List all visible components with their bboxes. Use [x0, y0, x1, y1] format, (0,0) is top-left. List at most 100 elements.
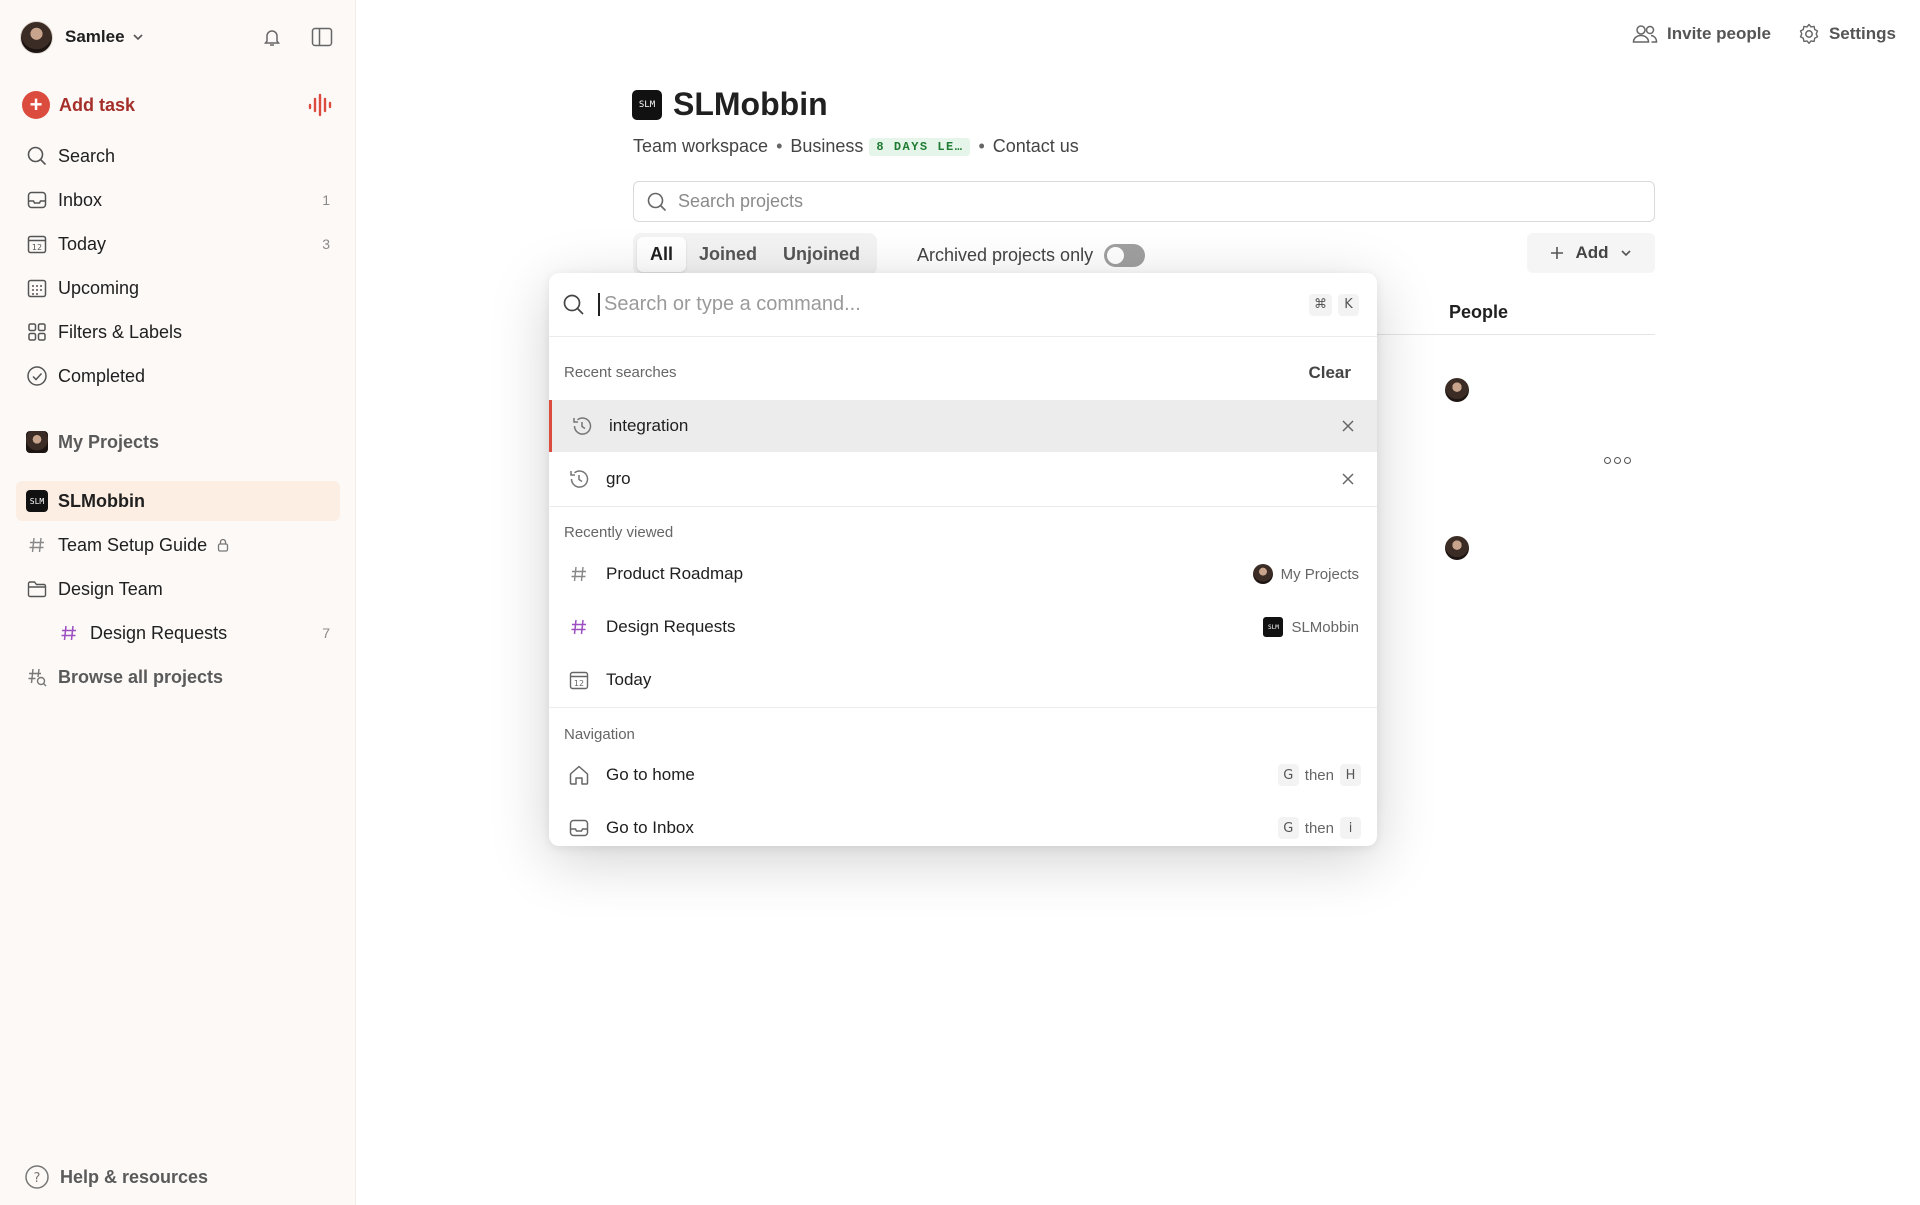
sidebar-section-label: Browse all projects — [58, 666, 224, 687]
recently-viewed-item[interactable]: Design Requests SLM SLMobbin — [549, 601, 1377, 653]
recent-search-item[interactable]: gro — [549, 453, 1377, 505]
recently-viewed-label: Today — [606, 670, 652, 689]
inbox-icon — [24, 187, 50, 213]
kbd-key: G — [1277, 764, 1299, 786]
sidebar-item-search[interactable]: Search — [16, 136, 340, 176]
my-projects-avatar — [26, 431, 48, 453]
browse-projects-icon — [24, 664, 50, 690]
project-search[interactable] — [633, 181, 1655, 222]
tab-unjoined[interactable]: Unjoined — [770, 237, 873, 272]
recently-viewed-label: Design Requests — [606, 617, 736, 636]
bell-icon — [264, 30, 280, 46]
remove-recent-button[interactable] — [1335, 413, 1361, 439]
tab-all[interactable]: All — [637, 236, 687, 272]
command-search-bar: ⌘ K — [549, 273, 1377, 337]
command-input[interactable] — [598, 293, 1278, 316]
hash-icon — [56, 620, 82, 646]
recently-viewed-item[interactable]: Product Roadmap My Projects — [549, 548, 1377, 600]
chevron-down-icon — [1620, 250, 1631, 257]
kbd-key: ⌘ — [1309, 293, 1332, 316]
sidebar-item-filters-labels[interactable]: Filters & Labels — [16, 312, 340, 352]
notifications-button[interactable] — [256, 21, 288, 53]
waveform-icon — [308, 93, 332, 117]
hotkey-then: then — [1304, 766, 1334, 784]
recently-viewed-item[interactable]: 12 Today — [549, 654, 1377, 706]
section-divider — [549, 506, 1377, 507]
trial-badge[interactable]: 8 DAYS LE… — [869, 137, 971, 156]
settings-button[interactable]: Settings — [1797, 22, 1896, 46]
sidebar-item-label: Design Requests — [90, 622, 228, 643]
separator-dot: • — [978, 136, 985, 156]
sidebar-item-design-requests[interactable]: Design Requests 7 — [48, 613, 340, 653]
item-context: SLM SLMobbin — [1263, 617, 1359, 637]
toggle-sidebar-button[interactable] — [306, 21, 338, 53]
top-actions: Invite people Settings — [1631, 22, 1896, 46]
ramble-button[interactable] — [304, 89, 336, 121]
home-icon — [565, 761, 593, 789]
user-menu[interactable]: Samlee — [20, 20, 145, 54]
table-divider — [1375, 334, 1655, 335]
navigation-header: Navigation — [564, 726, 635, 743]
hotkey-hint: G then H — [1277, 764, 1361, 786]
sidebar-workspace-slmobbin[interactable]: SLM SLMobbin — [16, 481, 340, 521]
project-filter-tabs: All Joined Unjoined — [633, 233, 878, 275]
sidebar-item-team-setup-guide[interactable]: Team Setup Guide — [16, 525, 340, 565]
invite-people-label: Invite people — [1667, 24, 1771, 43]
sidebar-item-today[interactable]: 12 Today 3 — [16, 224, 340, 264]
add-task-label: Add task — [59, 94, 136, 115]
navigation-item[interactable]: Go to home G then H — [549, 749, 1377, 801]
workspace-meta: Team workspace • Business 8 DAYS LE… • C… — [633, 136, 1079, 157]
sidebar-my-projects[interactable]: My Projects — [16, 422, 340, 462]
people-column-header: People — [1449, 302, 1509, 322]
recent-search-item[interactable]: integration — [549, 400, 1377, 452]
tab-joined[interactable]: Joined — [686, 237, 770, 272]
hash-icon — [565, 560, 593, 588]
recent-search-label: gro — [606, 469, 631, 488]
sidebar-item-upcoming[interactable]: Upcoming — [16, 268, 340, 308]
add-project-button[interactable]: Add — [1527, 233, 1655, 273]
workspace-type: Team workspace — [633, 136, 769, 156]
design-requests-count: 7 — [322, 625, 330, 641]
sidebar-browse-all-projects[interactable]: Browse all projects — [16, 657, 340, 697]
kbd-key: G — [1277, 817, 1299, 839]
clear-recent-button[interactable]: Clear — [1308, 363, 1351, 383]
recently-viewed-header: Recently viewed — [564, 524, 674, 541]
sidebar-toggle-icon — [311, 27, 333, 47]
recently-viewed-label: Product Roadmap — [606, 564, 744, 583]
navigation-label: Go to Inbox — [606, 818, 694, 837]
contact-us-link[interactable]: Contact us — [993, 136, 1079, 157]
help-label: Help & resources — [60, 1166, 209, 1187]
kbd-key: i — [1340, 817, 1361, 839]
sidebar-item-label: Design Team — [58, 578, 163, 599]
navigation-item[interactable]: Go to Inbox G then i — [549, 802, 1377, 846]
separator-dot: • — [776, 136, 783, 156]
project-search-input[interactable] — [678, 191, 1578, 212]
archived-label: Archived projects only — [917, 245, 1094, 265]
member-avatar — [1445, 536, 1469, 560]
workspace-logo: SLM — [1263, 617, 1284, 637]
archived-toggle[interactable] — [1104, 244, 1146, 267]
section-divider — [549, 707, 1377, 708]
sidebar-item-inbox[interactable]: Inbox 1 — [16, 180, 340, 220]
invite-people-button[interactable]: Invite people — [1631, 23, 1771, 45]
inbox-count: 1 — [322, 192, 330, 208]
workspace-plan: Business — [790, 136, 864, 156]
help-resources-button[interactable]: ? Help & resources — [24, 1164, 208, 1190]
add-task-button[interactable]: + Add task — [22, 89, 135, 121]
workspace-header: SLM SLMobbin — [632, 86, 828, 123]
sidebar-item-label: Completed — [58, 365, 146, 386]
remove-recent-button[interactable] — [1335, 466, 1361, 492]
inbox-icon — [565, 814, 593, 842]
svg-text:12: 12 — [574, 679, 584, 688]
more-options-button[interactable] — [1604, 457, 1631, 464]
sidebar-item-label: Team Setup Guide — [58, 534, 208, 555]
sidebar-item-label: Upcoming — [58, 277, 140, 298]
sidebar-item-completed[interactable]: Completed — [16, 356, 340, 396]
workspace-logo-wrap: SLM — [24, 488, 50, 514]
workspace-logo: SLM — [632, 89, 662, 120]
navigation-label: Go to home — [606, 765, 695, 784]
sidebar-item-design-team[interactable]: Design Team — [16, 569, 340, 609]
recent-search-label: integration — [609, 416, 689, 435]
sidebar-item-label: Today — [58, 233, 107, 254]
my-projects-avatar-wrap — [24, 429, 50, 455]
